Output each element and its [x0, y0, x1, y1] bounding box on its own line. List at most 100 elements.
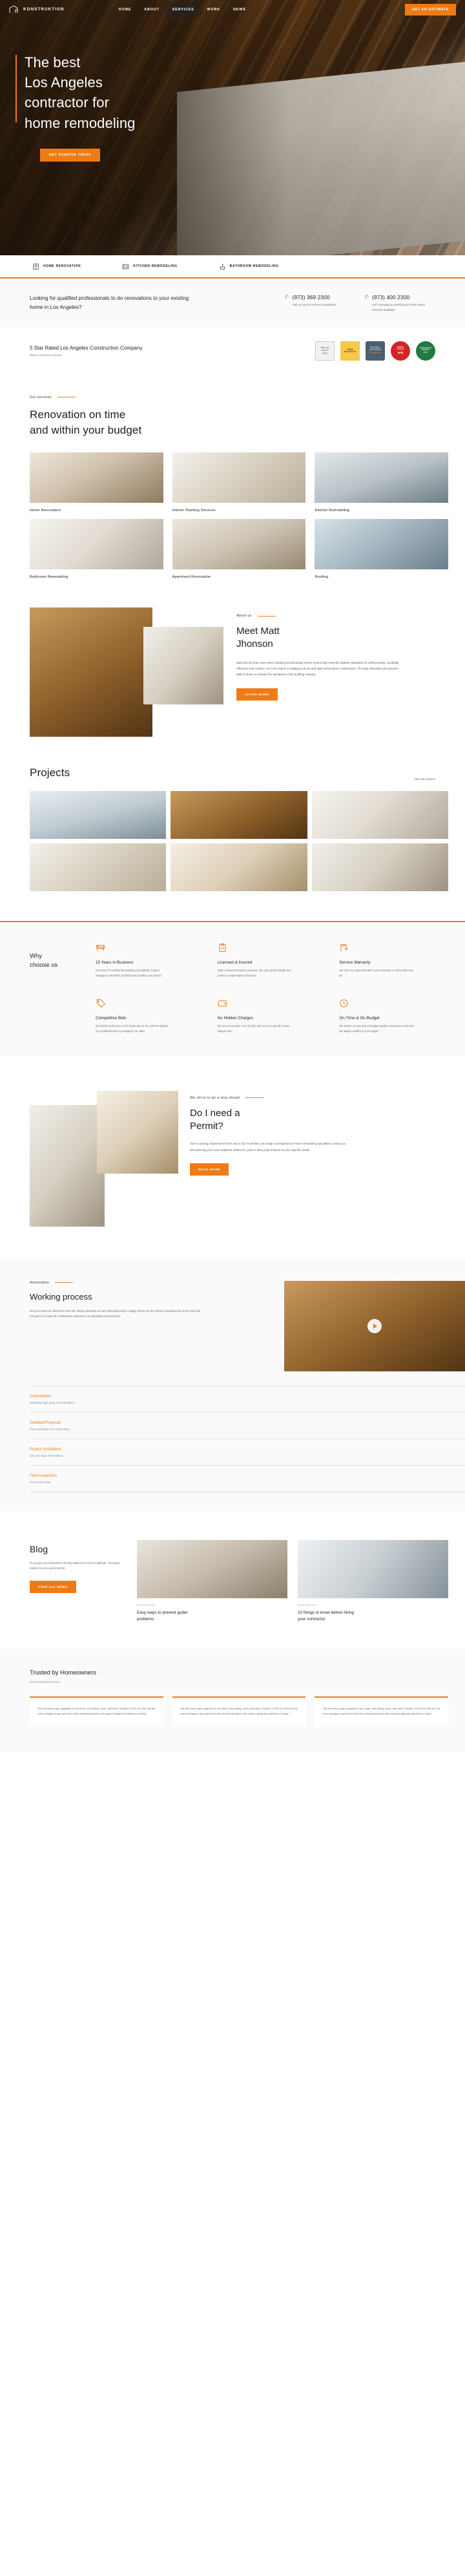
- service-image: [30, 452, 163, 503]
- service-card[interactable]: Interior Painting Services: [172, 452, 306, 512]
- service-card[interactable]: Home Renovation: [30, 452, 163, 512]
- blog-section: Blog Our people are dedicated to finding…: [0, 1512, 465, 1649]
- view-all-news-button[interactable]: VIEW ALL NEWS: [30, 1580, 76, 1593]
- icon-strip-item-kitchen-remodeling[interactable]: KITCHEN REMODELING: [122, 263, 177, 270]
- testimonial-card: "We did many major upgrades to our home,…: [172, 1696, 306, 1727]
- process-step[interactable]: Project Installation safe and magic Reno…: [30, 1438, 465, 1465]
- reviews-subtitle[interactable]: Read customers reviews: [30, 354, 142, 357]
- price-tag-icon: [96, 998, 105, 1011]
- nav-item-news[interactable]: NEWS: [227, 2, 253, 17]
- award-badges: Best of houzz 2020 2021 Best of Houzz Ho…: [315, 341, 448, 361]
- barrier-icon: [96, 944, 105, 955]
- get-started-today-button[interactable]: GET STARTED TODAY: [40, 148, 101, 162]
- process-steps: Consultation Redefining high-goals and e…: [0, 1385, 465, 1492]
- nav-item-work[interactable]: WORK: [201, 2, 227, 17]
- nav-item-home[interactable]: HOME: [112, 2, 138, 17]
- blog-post-image: [298, 1539, 448, 1598]
- yelp-people-love-us-badge: PEOPLE LOVE US yelp: [391, 341, 410, 361]
- project-thumbnail[interactable]: [170, 843, 307, 892]
- about-section: About us Meet Matt Jhonson Matt and his …: [0, 579, 465, 765]
- top-navigation-bar: KONSTRUKTION HOME ABOUT SERVICES WORK NE…: [0, 0, 465, 19]
- blog-post-title-line1: 10 things to know before hiring: [298, 1610, 355, 1615]
- services-eyebrow: Our services: [30, 396, 448, 399]
- phone-icon: ✆: [364, 294, 369, 300]
- feature-title: Licensed & Insured: [217, 960, 253, 966]
- step-desc: safe and magic Renovations: [30, 1453, 63, 1457]
- project-thumbnail[interactable]: [311, 843, 448, 892]
- feature-title: Service Warranty: [339, 960, 371, 966]
- permit-heading-line2: Permit?: [190, 1120, 223, 1132]
- nav-item-about[interactable]: ABOUT: [138, 2, 165, 17]
- clock-icon: [339, 998, 349, 1011]
- service-card[interactable]: Apartment Renovation: [172, 519, 306, 579]
- logo-text: KONSTRUKTION: [23, 7, 65, 12]
- testimonial-text: "We did many major upgrades to our home,…: [180, 1706, 298, 1715]
- eyebrow-rule: [245, 1097, 264, 1099]
- feature-title: 15 Years in Business: [96, 960, 134, 966]
- why-heading-line2: choose us: [30, 961, 58, 969]
- hero-title-line4: home remodeling: [25, 114, 136, 131]
- blog-post-title-line1: Easy ways to prevent gutter: [137, 1610, 188, 1615]
- testimonials-subtitle[interactable]: Read customers reviews: [30, 1680, 448, 1684]
- service-card[interactable]: Kitchen Remodeling: [315, 452, 448, 512]
- process-top: Automation Working process Our processes…: [0, 1280, 465, 1371]
- blog-post-card[interactable]: RENOVATION Easy ways to prevent gutter p…: [137, 1539, 287, 1623]
- blog-post-title[interactable]: 10 things to know before hiring your con…: [298, 1610, 448, 1623]
- project-thumbnail[interactable]: [170, 791, 307, 839]
- testimonials-title: Trusted by Homeowners: [30, 1669, 97, 1676]
- service-icon-strip: HOME RENOVATION KITCHEN REMODELING BATHR…: [0, 255, 465, 279]
- house-logo-icon: [9, 5, 19, 14]
- permit-read-more-button[interactable]: READ MORE: [190, 1163, 229, 1176]
- phone-block-primary[interactable]: ✆ (973) 369 2300 Call us now for a free …: [285, 294, 336, 313]
- service-card[interactable]: Bathroom Remodeling: [30, 519, 163, 579]
- about-secondary-image: [143, 627, 223, 704]
- project-thumbnail[interactable]: [311, 791, 448, 839]
- hero-title-line2: Los Angeles: [25, 74, 103, 91]
- eyebrow-rule: [55, 1282, 74, 1283]
- project-thumbnail[interactable]: [30, 791, 167, 839]
- clipboard-check-icon: [218, 943, 227, 955]
- blog-post-image: [137, 1539, 287, 1598]
- blog-intro: Blog Our people are dedicated to finding…: [30, 1540, 127, 1623]
- testimonial-card: "We did many major upgrades to our home,…: [315, 1696, 448, 1727]
- view-all-projects-link[interactable]: View all projects: [414, 777, 448, 781]
- eyebrow-rule: [257, 615, 276, 617]
- blog-post-card[interactable]: RENOVATION 10 things to know before hiri…: [298, 1539, 448, 1623]
- about-text: About us Meet Matt Jhonson Matt and his …: [236, 607, 448, 701]
- process-video-thumbnail[interactable]: [284, 1280, 465, 1371]
- nav-item-services[interactable]: SERVICES: [165, 1, 201, 17]
- about-images: [30, 607, 223, 737]
- about-heading-line1: Meet Matt: [236, 626, 280, 637]
- about-main-image: [30, 607, 152, 737]
- feature-desc: Our team of Certified Remodeling Consult…: [96, 969, 163, 978]
- about-learn-more-button[interactable]: LEARN MORE: [236, 688, 278, 701]
- phone-number[interactable]: (973) 400 2300: [372, 294, 431, 301]
- process-step[interactable]: Detailed Proposal Project Estimate, the …: [30, 1411, 465, 1439]
- services-heading: Renovation on time and within your budge…: [30, 407, 448, 438]
- site-logo[interactable]: KONSTRUKTION: [9, 5, 65, 14]
- phone-block-emergency[interactable]: ✆ (973) 400 2300 24/7 emergency plumbing…: [364, 294, 431, 313]
- permit-blueprint-image: [30, 1104, 105, 1227]
- feature-title: On-Time & On-Budget: [339, 1015, 380, 1020]
- blog-post-title-line2: problems: [137, 1616, 154, 1621]
- service-card[interactable]: Roofing: [315, 519, 448, 579]
- crane-icon: [339, 944, 349, 955]
- service-image: [315, 452, 448, 503]
- step-desc: Redefining high-goals and expeditions: [30, 1400, 75, 1404]
- feature-desc: Fully Licensed General Contractor. We ca…: [217, 969, 291, 978]
- service-label: Kitchen Remodeling: [315, 509, 350, 512]
- about-heading-line2: Jhonson: [236, 638, 273, 649]
- projects-section: Projects View all projects: [0, 765, 465, 892]
- process-step[interactable]: Final Inspection Final Touch Value: [30, 1464, 465, 1492]
- reviews-bar: 5 Star Rated Los Angeles Construction Co…: [0, 326, 465, 374]
- play-icon[interactable]: [367, 1318, 382, 1333]
- icon-strip-item-bathroom-remodeling[interactable]: BATHROOM REMODELING: [219, 263, 279, 270]
- process-step[interactable]: Consultation Redefining high-goals and e…: [30, 1385, 465, 1412]
- get-an-estimate-button[interactable]: GET AN ESTIMATE: [404, 3, 456, 16]
- project-thumbnail[interactable]: [30, 843, 167, 892]
- feature-item: No Hidden Charges We never buy extra 'co…: [218, 998, 327, 1034]
- blog-post-title[interactable]: Easy ways to prevent gutter problems: [137, 1610, 287, 1623]
- phone-number[interactable]: (973) 369 2300: [293, 294, 336, 301]
- homeadvisor-top-rated-badge: HomeAdvisor TOP RATED ★★★★★: [366, 341, 385, 361]
- icon-strip-item-home-renovation[interactable]: HOME RENOVATION: [32, 263, 81, 270]
